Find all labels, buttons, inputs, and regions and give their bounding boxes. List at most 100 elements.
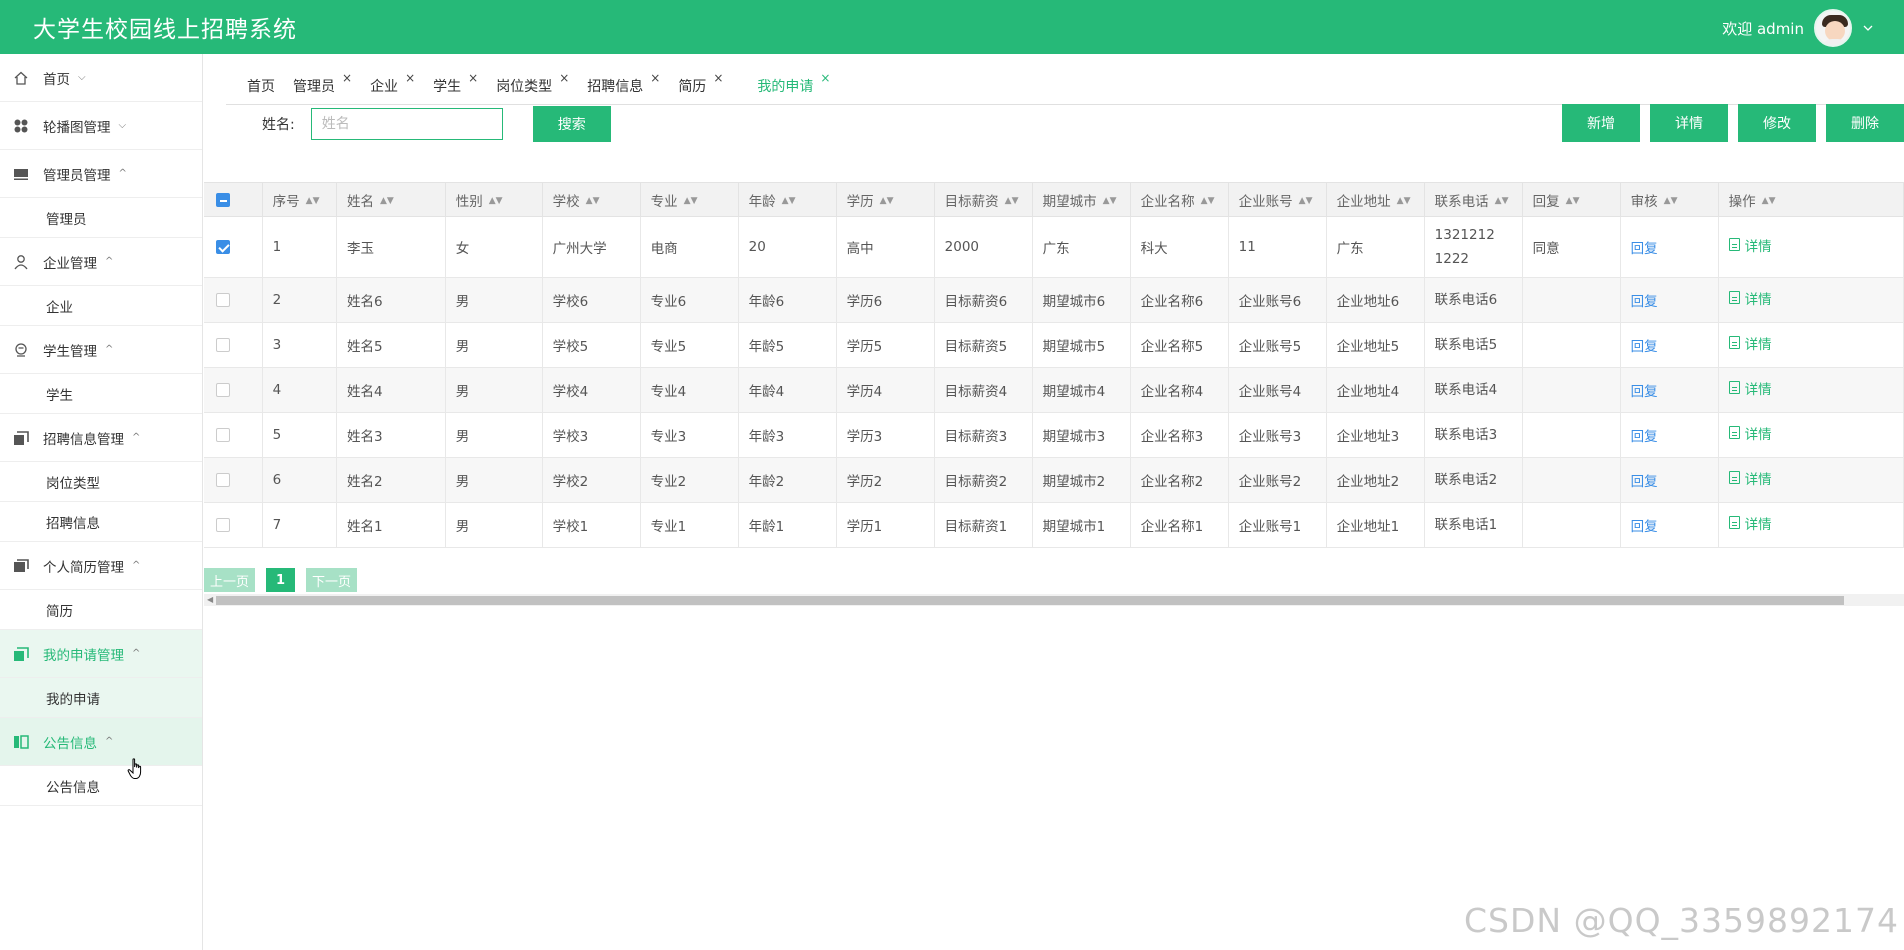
- sort-icon[interactable]: ▲▼: [586, 197, 600, 206]
- sidebar-subitem-student[interactable]: 学生: [0, 374, 202, 414]
- reply-link-cell[interactable]: 回复: [1620, 502, 1719, 548]
- reply-link-cell[interactable]: 回复: [1620, 277, 1719, 323]
- sort-icon[interactable]: ▲▼: [1664, 197, 1678, 206]
- sidebar-item-home[interactable]: 首页 ⌵: [0, 54, 202, 102]
- scroll-left-icon[interactable]: ◀: [207, 595, 213, 604]
- search-button[interactable]: 搜索: [532, 106, 611, 142]
- column-header[interactable]: 姓名 ▲▼: [336, 182, 446, 217]
- sort-icon[interactable]: ▲▼: [1005, 197, 1019, 206]
- column-header[interactable]: 企业账号 ▲▼: [1228, 182, 1327, 217]
- row-select-cell[interactable]: [204, 457, 263, 503]
- sort-icon[interactable]: ▲▼: [1397, 197, 1411, 206]
- reply-link[interactable]: 回复: [1631, 384, 1658, 400]
- sort-icon[interactable]: ▲▼: [782, 197, 796, 206]
- sidebar-subitem-my-apply[interactable]: 我的申请: [0, 678, 202, 718]
- close-icon[interactable]: ×: [405, 71, 415, 85]
- sort-icon[interactable]: ▲▼: [1103, 197, 1117, 206]
- column-header[interactable]: 企业名称 ▲▼: [1130, 182, 1229, 217]
- row-select-cell[interactable]: [204, 277, 263, 323]
- column-header[interactable]: 专业 ▲▼: [640, 182, 739, 217]
- reply-link[interactable]: 回复: [1631, 474, 1658, 490]
- row-checkbox[interactable]: [216, 338, 230, 352]
- reply-link-cell[interactable]: 回复: [1620, 216, 1719, 278]
- tab-student[interactable]: 学生 ×: [433, 71, 478, 96]
- row-detail-link[interactable]: 详情: [1728, 235, 1772, 255]
- reply-link[interactable]: 回复: [1631, 339, 1658, 355]
- sort-icon[interactable]: ▲▼: [306, 197, 320, 206]
- table-row[interactable]: 7 姓名1 男 学校1 专业1 年龄1 学历1 目标薪资1 期望城市1 企业名称1 企业账号1 企业地…: [204, 502, 1904, 548]
- column-header[interactable]: 期望城市 ▲▼: [1032, 182, 1131, 217]
- tab-resume[interactable]: 简历 ×: [678, 71, 723, 96]
- column-header[interactable]: 序号 ▲▼: [262, 182, 337, 217]
- sidebar-subitem-admin[interactable]: 管理员: [0, 198, 202, 238]
- reply-link-cell[interactable]: 回复: [1620, 457, 1719, 503]
- search-input[interactable]: [310, 108, 503, 140]
- column-header[interactable]: 回复 ▲▼: [1522, 182, 1621, 217]
- close-icon[interactable]: ×: [342, 71, 352, 85]
- table-row[interactable]: 2 姓名6 男 学校6 专业6 年龄6 学历6 目标薪资6 期望城市6 企业名称6 企业账号6 企业地…: [204, 277, 1904, 323]
- column-header[interactable]: 学历 ▲▼: [836, 182, 935, 217]
- sort-icon[interactable]: ▲▼: [684, 197, 698, 206]
- sort-icon[interactable]: ▲▼: [880, 197, 894, 206]
- row-select-cell[interactable]: [204, 367, 263, 413]
- sidebar-subitem-notice[interactable]: 公告信息: [0, 766, 202, 806]
- reply-link[interactable]: 回复: [1631, 294, 1658, 310]
- sidebar-subitem-resume[interactable]: 简历: [0, 590, 202, 630]
- row-detail-link[interactable]: 详情: [1728, 468, 1772, 488]
- column-header[interactable]: 联系电话 ▲▼: [1424, 182, 1523, 217]
- sidebar-item-recruit-mgmt[interactable]: 招聘信息管理 ^: [0, 414, 202, 462]
- delete-button[interactable]: 删除: [1826, 104, 1904, 142]
- row-select-cell[interactable]: [204, 412, 263, 458]
- sidebar-item-resume-mgmt[interactable]: 个人简历管理 ^: [0, 542, 202, 590]
- row-checkbox[interactable]: [216, 518, 230, 532]
- tab-my-apply[interactable]: 我的申请 ×: [757, 71, 830, 96]
- sidebar-subitem-recruit-info[interactable]: 招聘信息: [0, 502, 202, 542]
- select-all-cell[interactable]: [204, 182, 263, 217]
- row-detail-link[interactable]: 详情: [1728, 513, 1772, 533]
- tab-recruit-info[interactable]: 招聘信息 ×: [587, 71, 660, 96]
- close-icon[interactable]: ×: [650, 71, 660, 85]
- column-header[interactable]: 性别 ▲▼: [445, 182, 543, 217]
- row-select-cell[interactable]: [204, 502, 263, 548]
- reply-link[interactable]: 回复: [1631, 429, 1658, 445]
- sidebar-subitem-company[interactable]: 企业: [0, 286, 202, 326]
- column-header[interactable]: 学校 ▲▼: [542, 182, 641, 217]
- reply-link[interactable]: 回复: [1631, 519, 1658, 535]
- row-detail-link[interactable]: 详情: [1728, 378, 1772, 398]
- sort-icon[interactable]: ▲▼: [1299, 197, 1313, 206]
- table-row[interactable]: 3 姓名5 男 学校5 专业5 年龄5 学历5 目标薪资5 期望城市5 企业名称5 企业账号5 企业地…: [204, 322, 1904, 368]
- detail-button[interactable]: 详情: [1650, 104, 1728, 142]
- sort-icon[interactable]: ▲▼: [1566, 197, 1580, 206]
- select-all-checkbox[interactable]: [216, 192, 230, 207]
- table-row[interactable]: 5 姓名3 男 学校3 专业3 年龄3 学历3 目标薪资3 期望城市3 企业名称3 企业账号3 企业地…: [204, 412, 1904, 458]
- sidebar-item-student-mgmt[interactable]: 学生管理 ^: [0, 326, 202, 374]
- column-header[interactable]: 企业地址 ▲▼: [1326, 182, 1425, 217]
- scrollbar-thumb[interactable]: [216, 596, 1844, 605]
- sidebar-item-notice[interactable]: 公告信息 ^: [0, 718, 202, 766]
- tab-home[interactable]: 首页: [247, 76, 275, 96]
- row-select-cell[interactable]: [204, 322, 263, 368]
- row-detail-link[interactable]: 详情: [1728, 423, 1772, 443]
- sort-icon[interactable]: ▲▼: [1495, 197, 1509, 206]
- sidebar-item-my-apply-mgmt[interactable]: 我的申请管理 ^: [0, 630, 202, 678]
- row-checkbox[interactable]: [216, 473, 230, 487]
- table-row[interactable]: 6 姓名2 男 学校2 专业2 年龄2 学历2 目标薪资2 期望城市2 企业名称2 企业账号2 企业地…: [204, 457, 1904, 503]
- sort-icon[interactable]: ▲▼: [489, 197, 503, 206]
- sort-icon[interactable]: ▲▼: [380, 197, 394, 206]
- table-row[interactable]: 1 李玉 女 广州大学 电商 20 高中 2000 广东 科大 11 广东 13212121222 同意 回…: [204, 216, 1904, 278]
- column-header[interactable]: 操作 ▲▼: [1718, 182, 1904, 217]
- row-checkbox[interactable]: [216, 293, 230, 307]
- tab-job-type[interactable]: 岗位类型 ×: [496, 71, 569, 96]
- reply-link-cell[interactable]: 回复: [1620, 322, 1719, 368]
- sort-icon[interactable]: ▲▼: [1201, 197, 1215, 206]
- row-checkbox[interactable]: [216, 383, 230, 397]
- close-icon[interactable]: ×: [559, 71, 569, 85]
- chevron-down-icon[interactable]: [1862, 22, 1874, 34]
- row-detail-link[interactable]: 详情: [1728, 333, 1772, 353]
- row-select-cell[interactable]: [204, 216, 263, 278]
- user-menu[interactable]: 欢迎 admin: [1722, 9, 1874, 47]
- sort-icon[interactable]: ▲▼: [1762, 197, 1776, 206]
- sidebar-item-admin-mgmt[interactable]: 管理员管理 ^: [0, 150, 202, 198]
- row-checkbox[interactable]: [216, 428, 230, 442]
- add-button[interactable]: 新增: [1562, 104, 1640, 142]
